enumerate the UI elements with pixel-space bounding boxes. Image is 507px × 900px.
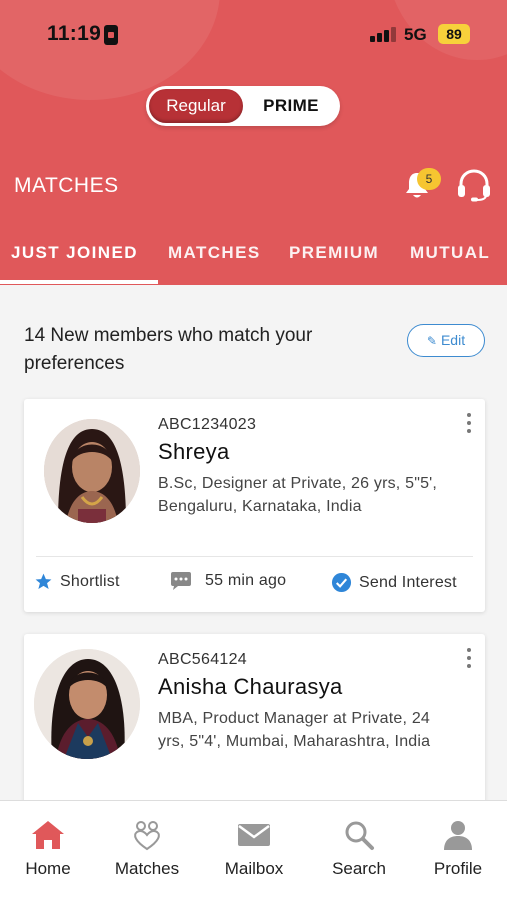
last-seen-text: 55 min ago: [205, 572, 287, 589]
matches-icon: [134, 821, 160, 851]
plan-toggle[interactable]: Regular PRIME: [146, 86, 340, 126]
signal-icon: [370, 26, 398, 42]
chat-icon: [171, 572, 191, 590]
mailbox-icon: [238, 824, 270, 846]
profile-icon: [444, 821, 472, 850]
new-members-summary: 14 New members who match your preference…: [24, 325, 313, 374]
more-options-icon[interactable]: [465, 413, 473, 437]
profile-name[interactable]: Anisha Chaurasya: [158, 674, 343, 700]
regular-option[interactable]: Regular: [149, 89, 243, 123]
nav-profile-label: Profile: [433, 859, 483, 878]
send-interest-button[interactable]: Send Interest: [331, 572, 457, 593]
avatar[interactable]: [44, 419, 140, 523]
bottom-navigation: Home Matches Mailbox Search Profile: [0, 800, 507, 900]
active-tab-indicator: [0, 280, 158, 284]
profile-card[interactable]: ABC564124 Anisha Chaurasya MBA, Product …: [24, 634, 485, 800]
avatar[interactable]: [34, 649, 140, 759]
divider: [36, 556, 473, 557]
lock-icon: [104, 25, 118, 45]
search-icon: [345, 821, 374, 850]
prime-option[interactable]: PRIME: [246, 89, 336, 123]
nav-matches[interactable]: Matches: [102, 819, 192, 879]
app-header: 11:19 5G 89 Regular PRIME MATCHES 5 JUST…: [0, 0, 507, 285]
send-interest-label: Send Interest: [359, 573, 457, 591]
nav-home-label: Home: [25, 859, 71, 878]
status-time: 11:19: [47, 22, 102, 45]
tab-bar: JUST JOINED MATCHES PREMIUM MUTUAL: [0, 237, 507, 285]
tab-matches[interactable]: MATCHES: [168, 243, 261, 263]
battery-indicator: 89: [438, 24, 470, 44]
nav-mailbox[interactable]: Mailbox: [209, 819, 299, 879]
tab-just-joined[interactable]: JUST JOINED: [11, 243, 138, 263]
profile-details: B.Sc, Designer at Private, 26 yrs, 5"5',…: [158, 475, 438, 515]
notification-badge: 5: [417, 168, 441, 190]
profile-id: ABC1234023: [158, 416, 257, 433]
nav-home[interactable]: Home: [3, 819, 93, 879]
tab-premium[interactable]: PREMIUM: [289, 243, 379, 263]
matches-list[interactable]: 14 New members who match your preference…: [0, 285, 507, 800]
nav-search[interactable]: Search: [314, 819, 404, 879]
edit-preferences-button[interactable]: ✎ Edit: [407, 324, 485, 357]
profile-id: ABC564124: [158, 651, 247, 668]
nav-search-label: Search: [332, 859, 386, 878]
headset-icon[interactable]: [455, 168, 493, 202]
more-options-icon[interactable]: [465, 648, 473, 672]
nav-mailbox-label: Mailbox: [224, 859, 284, 878]
home-icon: [32, 821, 64, 849]
shortlist-label: Shortlist: [60, 572, 120, 590]
edit-label: Edit: [440, 332, 466, 348]
profile-details: MBA, Product Manager at Private, 24 yrs,…: [158, 710, 431, 750]
nav-profile[interactable]: Profile: [413, 819, 503, 879]
tab-mutual[interactable]: MUTUAL: [410, 243, 490, 263]
profile-card[interactable]: ABC1234023 Shreya B.Sc, Designer at Priv…: [24, 399, 485, 612]
nav-matches-label: Matches: [114, 859, 180, 878]
star-icon: [35, 573, 52, 590]
network-type: 5G: [404, 25, 427, 44]
shortlist-button[interactable]: Shortlist: [34, 572, 120, 591]
page-title: MATCHES: [14, 174, 119, 197]
status-bar: 11:19 5G 89: [0, 0, 507, 70]
check-circle-icon: [331, 572, 352, 593]
pencil-icon: ✎: [426, 334, 437, 348]
last-seen: 55 min ago: [170, 572, 286, 590]
profile-name[interactable]: Shreya: [158, 439, 230, 465]
